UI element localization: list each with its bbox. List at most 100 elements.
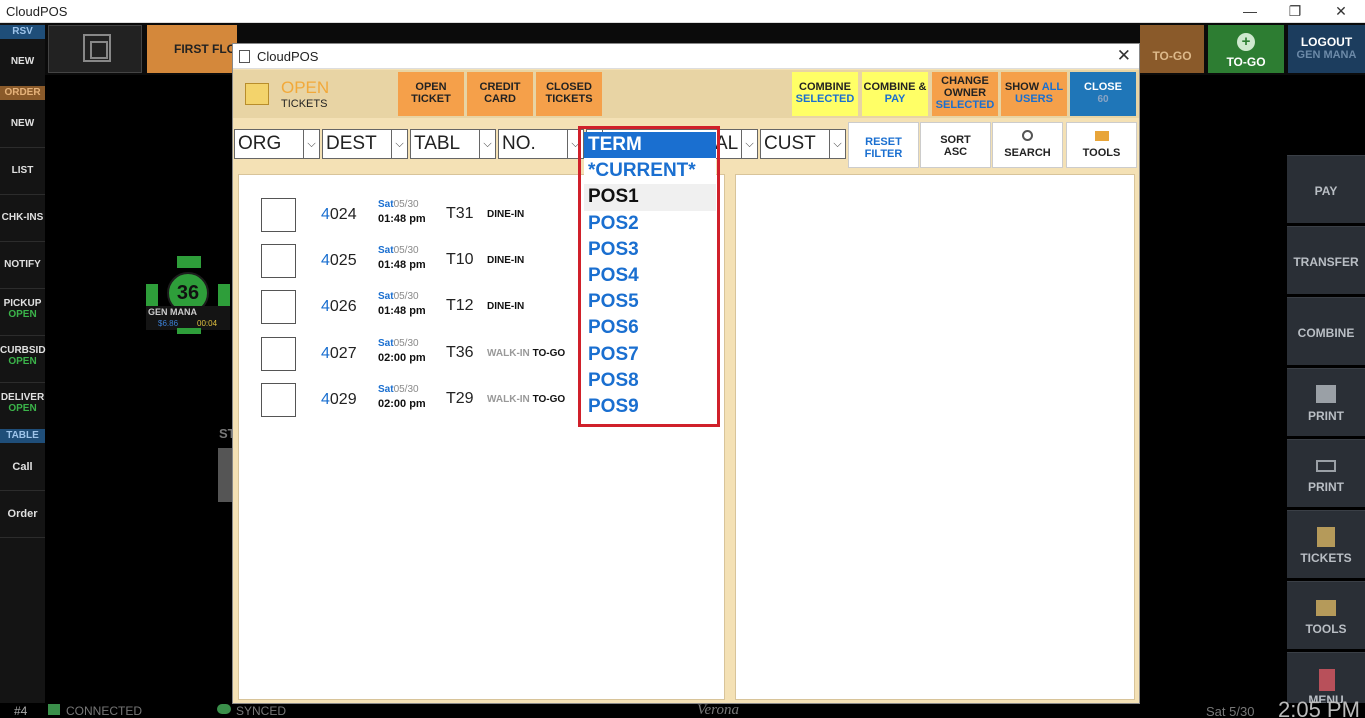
togo-button[interactable]: + TO-GO — [1208, 25, 1284, 73]
sort-asc-line1: SORT — [940, 134, 971, 146]
divider — [0, 335, 45, 336]
dest-filter-label: DEST — [326, 133, 377, 154]
floor-tab[interactable]: FIRST FLO — [147, 25, 237, 73]
close-icon[interactable]: ✕ — [1318, 0, 1364, 23]
chair — [177, 256, 201, 268]
combine-pay-button[interactable]: COMBINE & PAY — [862, 72, 928, 116]
search-button[interactable]: SEARCH — [992, 122, 1063, 168]
rsv-new-button[interactable]: NEW — [0, 56, 45, 67]
ticket-weekday: Sat — [378, 291, 394, 302]
list-button[interactable]: LIST — [0, 165, 45, 176]
ticket-checkbox[interactable] — [261, 244, 296, 278]
floor-table[interactable]: 36 GEN MANA $6.86 00:04 — [146, 256, 230, 334]
ticket-number-prefix: 4 — [321, 391, 330, 408]
ticket-dest: DINE-IN — [487, 255, 525, 266]
ticket-table: T12 — [446, 297, 474, 314]
logout-button[interactable]: LOGOUT GEN MANA — [1288, 25, 1365, 73]
ticket-row[interactable]: 4027 Sat05/30 02:00 pm T36 WALK-IN TO-GO — [261, 337, 601, 373]
tools-filter-button[interactable]: TOOLS — [1066, 122, 1137, 168]
ticket-checkbox[interactable] — [261, 290, 296, 324]
reset-filter-button[interactable]: RESET FILTER — [848, 122, 919, 168]
order-new-button[interactable]: NEW — [0, 118, 45, 129]
dialog-close-button[interactable]: CLOSE 60 — [1070, 72, 1136, 116]
transfer-button[interactable]: TRANSFER — [1287, 226, 1365, 294]
print-kitchen-button[interactable]: PRINT — [1287, 439, 1365, 507]
ticket-date: 05/30 — [393, 291, 419, 302]
cust-filter[interactable]: CUST ⌵ — [760, 129, 846, 159]
chevron-down-icon: ⌵ — [741, 130, 757, 158]
ticket-type: DINE-IN — [487, 209, 524, 220]
ticket-row[interactable]: 4026 Sat05/30 01:48 pm T12 DINE-IN — [261, 290, 601, 326]
ticket-checkbox[interactable] — [261, 383, 296, 417]
dialog-close-icon[interactable]: ✕ — [1117, 46, 1131, 66]
printer-double-icon — [1316, 460, 1336, 472]
close-countdown: 60 — [1097, 94, 1109, 105]
ticket-row[interactable]: 4024 Sat05/30 01:48 pm T31 DINE-IN — [261, 198, 601, 234]
delivery-button[interactable]: DELIVER OPEN — [0, 392, 45, 414]
ticket-table: T29 — [446, 390, 474, 407]
sort-asc-button[interactable]: SORT ASC — [920, 122, 991, 168]
annotation-highlight-box — [578, 126, 720, 427]
credit-card-line1: CREDIT — [479, 81, 521, 93]
connected-icon — [48, 704, 60, 715]
ticket-time: 01:48 pm — [378, 259, 426, 271]
tickets-button[interactable]: TICKETS — [1287, 510, 1365, 578]
search-icon — [1022, 130, 1033, 141]
cust-filter-label: CUST — [764, 133, 816, 154]
ticket-detail-panel — [735, 174, 1135, 700]
no-filter[interactable]: NO. ⌵ — [498, 129, 584, 159]
logout-user: GEN MANA — [1296, 49, 1357, 61]
ticket-type: WALK-IN TO-GO — [487, 348, 565, 359]
tabl-filter-label: TABL — [414, 133, 461, 154]
pay-button[interactable]: PAY — [1287, 155, 1365, 223]
chkins-button[interactable]: CHK-INS — [0, 212, 45, 223]
change-owner-button[interactable]: CHANGE OWNER SELECTED — [932, 72, 998, 116]
chevron-down-icon: ⌵ — [391, 130, 407, 158]
ticket-row[interactable]: 4029 Sat05/30 02:00 pm T29 WALK-IN TO-GO — [261, 383, 601, 419]
combine-selected-button[interactable]: COMBINE SELECTED — [792, 72, 858, 116]
ticket-day: Sat05/30 — [378, 245, 419, 256]
togo-tab[interactable]: TO-GO — [1140, 25, 1204, 73]
closed-tickets-button[interactable]: CLOSED TICKETS — [536, 72, 602, 116]
menu-button[interactable]: MENU — [1287, 652, 1365, 703]
order-button[interactable]: Order — [0, 508, 45, 520]
ticket-checkbox[interactable] — [261, 198, 296, 232]
tabl-filter[interactable]: TABL ⌵ — [410, 129, 496, 159]
show-all-users-button[interactable]: SHOW ALL USERS — [1001, 72, 1067, 116]
restore-icon[interactable]: ❐ — [1272, 0, 1318, 23]
call-button[interactable]: Call — [0, 461, 45, 473]
chair — [177, 328, 201, 334]
pickup-button[interactable]: PICKUP OPEN — [0, 298, 45, 320]
open-ticket-line1: OPEN — [415, 81, 447, 93]
ticket-dest: TO-GO — [532, 394, 566, 405]
printer-icon — [1316, 385, 1336, 403]
ticket-row[interactable]: 4025 Sat05/30 01:48 pm T10 DINE-IN — [261, 244, 601, 280]
ticket-checkbox[interactable] — [261, 337, 296, 371]
combine-button[interactable]: COMBINE — [1287, 297, 1365, 365]
print-button[interactable]: PRINT — [1287, 368, 1365, 436]
ticket-time: 01:48 pm — [378, 305, 426, 317]
toolbox-icon — [1316, 600, 1336, 616]
ticket-number: 4027 — [321, 345, 357, 363]
dest-filter[interactable]: DEST ⌵ — [322, 129, 408, 159]
org-filter[interactable]: ORG ⌵ — [234, 129, 320, 159]
pickup-label: PICKUP — [3, 298, 42, 309]
ticket-dest: TO-GO — [532, 348, 566, 359]
notepad-icon — [245, 83, 269, 105]
ticket-type: WALK-IN TO-GO — [487, 394, 565, 405]
close-label: CLOSE — [1084, 81, 1122, 93]
sort-asc-line2: ASC — [943, 146, 968, 158]
home-button[interactable] — [48, 25, 142, 73]
notify-button[interactable]: NOTIFY — [0, 259, 45, 270]
ticket-date: 05/30 — [393, 245, 419, 256]
minimize-icon[interactable]: — — [1227, 0, 1273, 23]
show-all-line2: USERS — [1015, 93, 1053, 105]
curbside-button[interactable]: CURBSID OPEN — [0, 345, 46, 367]
tools-button[interactable]: TOOLS — [1287, 581, 1365, 649]
ticket-number-rest: 026 — [329, 298, 357, 315]
tools-label: TOOLS — [1305, 622, 1347, 636]
chair — [146, 284, 158, 306]
credit-card-button[interactable]: CREDIT CARD — [467, 72, 533, 116]
location-name: Verona — [697, 702, 739, 718]
open-ticket-button[interactable]: OPEN TICKET — [398, 72, 464, 116]
